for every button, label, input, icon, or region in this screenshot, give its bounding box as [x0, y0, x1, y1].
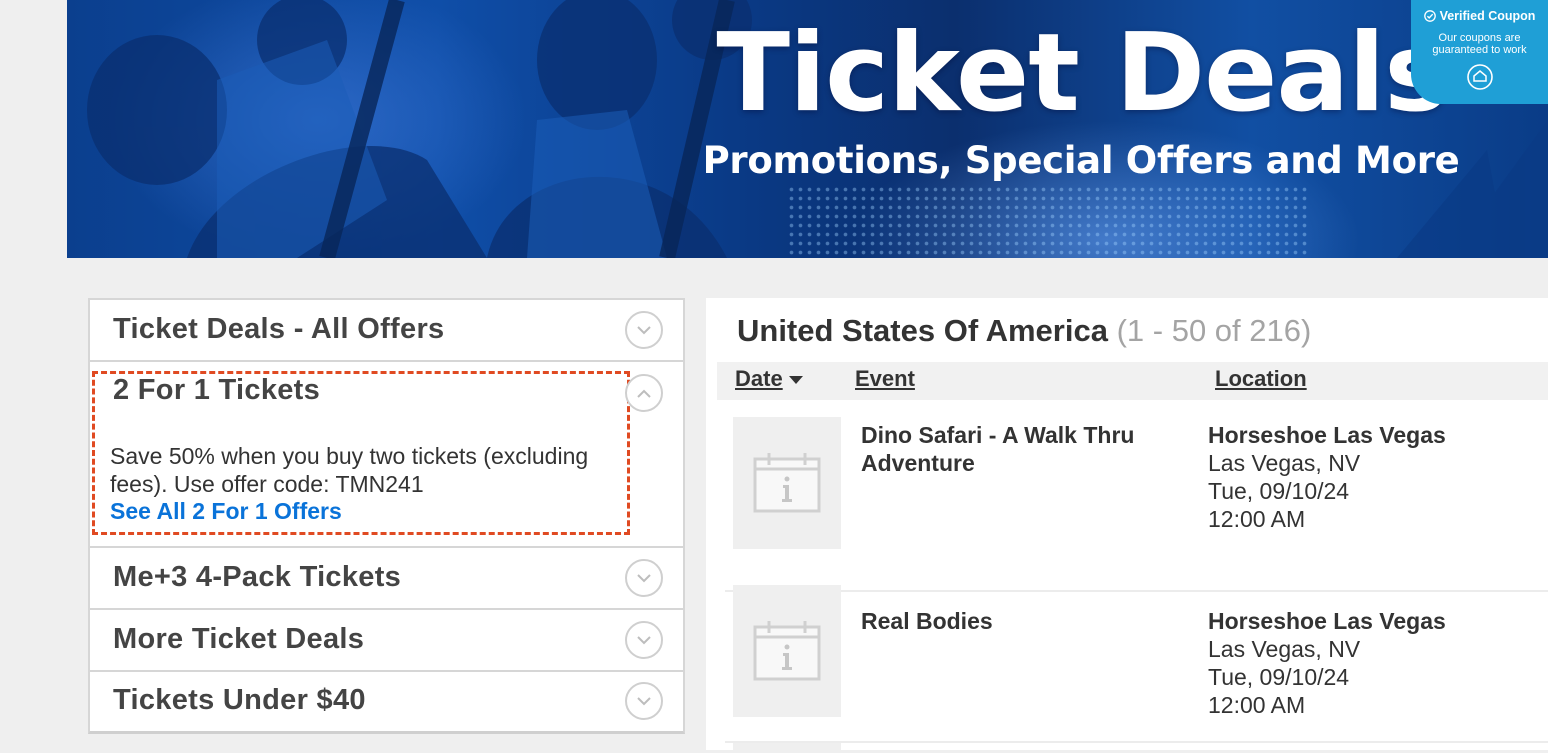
shield-check-icon [1465, 62, 1495, 97]
accordion-item-more-deals[interactable]: More Ticket Deals [90, 610, 683, 672]
accordion-item-label: Me+3 4-Pack Tickets [113, 561, 402, 593]
accordion-item-label: 2 For 1 Tickets [113, 374, 321, 406]
event-time: 12:00 AM [1208, 506, 1306, 532]
calendar-info-icon [733, 585, 841, 717]
offer-description: Save 50% when you buy two tickets (exclu… [110, 443, 589, 497]
hero-banner: Ticket Deals Promotions, Special Offers … [67, 0, 1548, 258]
sort-by-date[interactable]: Date [735, 366, 803, 392]
chevron-down-icon[interactable] [625, 682, 663, 720]
sort-desc-icon [788, 376, 803, 385]
banner-subtitle: Promotions, Special Offers and More [702, 139, 1460, 182]
results-region: United States Of America [737, 313, 1108, 348]
row-divider [725, 741, 1548, 743]
accordion-item-under-40[interactable]: Tickets Under $40 [90, 672, 683, 732]
venue-name[interactable]: Horseshoe Las Vegas [1208, 607, 1548, 635]
chevron-down-icon[interactable] [625, 559, 663, 597]
verified-coupon-badge[interactable]: Verified Coupon Our coupons are guarante… [1411, 0, 1548, 104]
accordion-item-all-offers[interactable]: Ticket Deals - All Offers [90, 300, 683, 362]
event-row[interactable]: Dino Safari - A Walk Thru Adventure Hors… [725, 417, 1548, 592]
check-circle-icon [1423, 10, 1436, 22]
results-panel: United States Of America (1 - 50 of 216)… [706, 298, 1548, 753]
venue-city: Las Vegas, NV [1208, 636, 1361, 662]
see-all-offers-link[interactable]: See All 2 For 1 Offers [110, 498, 342, 525]
results-heading: United States Of America (1 - 50 of 216) [737, 313, 1311, 349]
sort-by-location[interactable]: Location [1215, 366, 1307, 392]
sort-by-event[interactable]: Event [855, 366, 915, 392]
event-location: Horseshoe Las Vegas Las Vegas, NV Tue, 0… [1208, 607, 1548, 719]
event-date: Tue, 09/10/24 [1208, 478, 1350, 504]
chevron-down-icon[interactable] [625, 311, 663, 349]
date-column-label: Date [735, 366, 783, 391]
verified-coupon-title: Verified Coupon [1439, 9, 1536, 23]
stage-lights [787, 185, 1307, 258]
calendar-info-icon [733, 417, 841, 549]
chevron-down-icon[interactable] [625, 621, 663, 659]
accordion-item-label: Ticket Deals - All Offers [113, 313, 445, 345]
accordion-item-2-for-1[interactable]: 2 For 1 Tickets Save 50% when you buy tw… [90, 362, 683, 548]
event-time: 12:00 AM [1208, 692, 1306, 718]
banner-title: Ticket Deals [716, 11, 1448, 136]
venue-city: Las Vegas, NV [1208, 450, 1361, 476]
event-location: Horseshoe Las Vegas Las Vegas, NV Tue, 0… [1208, 421, 1548, 533]
event-date: Tue, 09/10/24 [1208, 664, 1350, 690]
accordion-item-me3-4pack[interactable]: Me+3 4-Pack Tickets [90, 548, 683, 610]
accordion-item-label: More Ticket Deals [113, 623, 365, 655]
venue-name[interactable]: Horseshoe Las Vegas [1208, 421, 1548, 449]
deals-accordion: Ticket Deals - All Offers 2 For 1 Ticket… [88, 298, 685, 734]
event-name[interactable]: Real Bodies [861, 607, 1181, 635]
accordion-item-label: Tickets Under $40 [113, 684, 366, 716]
verified-coupon-text: Our coupons are guaranteed to work [1432, 32, 1527, 56]
chevron-up-icon[interactable] [625, 374, 663, 412]
event-thumbnail-partial [733, 743, 841, 753]
results-count: (1 - 50 of 216) [1116, 313, 1312, 348]
event-row[interactable]: Real Bodies Horseshoe Las Vegas Las Vega… [725, 585, 1548, 752]
event-name[interactable]: Dino Safari - A Walk Thru Adventure [861, 421, 1181, 477]
verified-coupon-heading: Verified Coupon [1411, 9, 1548, 23]
results-column-header: Date Event Location [717, 362, 1548, 400]
